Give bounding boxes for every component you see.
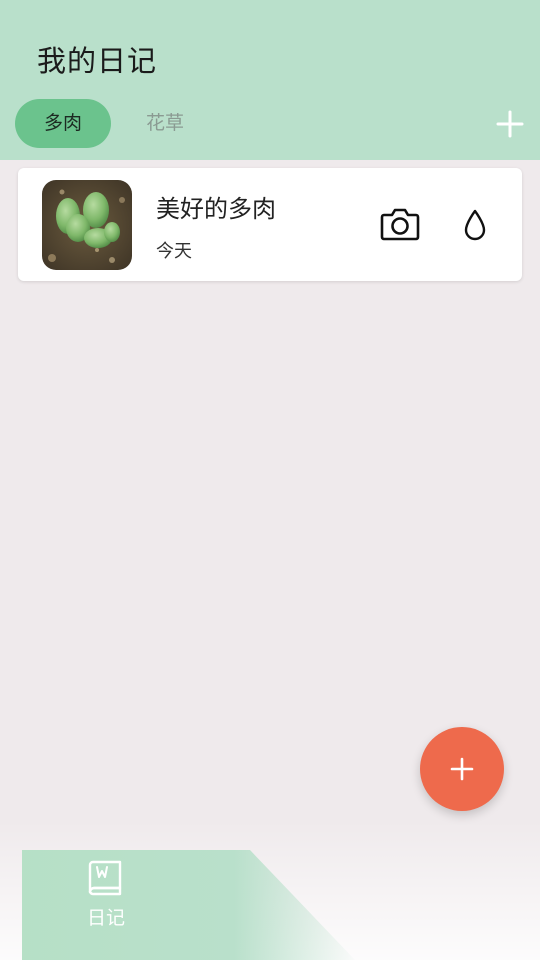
plus-icon (496, 110, 524, 138)
bottom-nav-label: 日记 (86, 907, 125, 929)
camera-button[interactable] (380, 206, 420, 242)
diary-date: 今天 (156, 241, 192, 262)
book-icon (86, 859, 124, 897)
tab-flowers[interactable]: 花草 (125, 99, 205, 148)
plus-icon (450, 757, 474, 781)
diary-title: 美好的多肉 (156, 195, 276, 223)
tab-succulent[interactable]: 多肉 (15, 99, 111, 148)
camera-icon (380, 208, 420, 241)
add-diary-button[interactable] (420, 727, 504, 811)
succulent-thumbnail (42, 180, 132, 270)
app-header: 我的日记 多肉 花草 (0, 0, 540, 160)
water-button[interactable] (462, 208, 488, 242)
add-category-button[interactable] (494, 108, 526, 140)
water-drop-icon (464, 209, 486, 241)
page-title: 我的日记 (37, 44, 158, 78)
diary-card[interactable]: 美好的多肉 今天 (18, 168, 522, 281)
